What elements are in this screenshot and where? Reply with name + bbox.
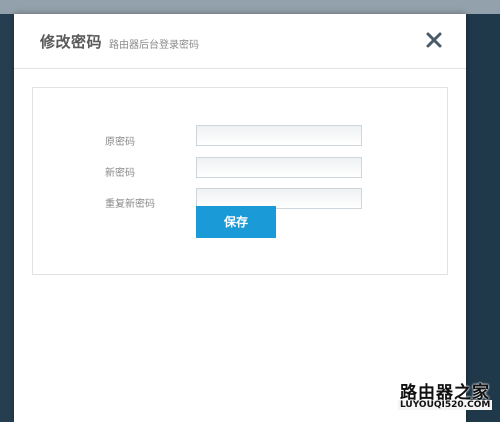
site-watermark: 路由器之家 LUYOUQI520.COM <box>396 378 496 418</box>
old-password-input[interactable] <box>196 125 362 146</box>
old-password-label: 原密码 <box>105 137 135 148</box>
close-icon <box>426 32 442 48</box>
watermark-url: LUYOUQI520.COM <box>398 400 493 410</box>
save-button[interactable]: 保存 <box>196 206 276 238</box>
change-password-dialog: 修改密码 路由器后台登录密码 原密码 新密码 重复新密码 保存 <box>14 14 466 422</box>
dialog-title: 修改密码 <box>40 33 103 51</box>
background-topbar <box>0 0 500 14</box>
background-right-panel <box>466 14 500 422</box>
password-form: 原密码 新密码 重复新密码 保存 <box>32 87 448 275</box>
confirm-password-label: 重复新密码 <box>105 199 155 210</box>
new-password-input[interactable] <box>196 157 362 178</box>
background-left-panel <box>0 14 14 422</box>
dialog-header: 修改密码 路由器后台登录密码 <box>14 14 466 69</box>
close-button[interactable] <box>422 28 446 52</box>
dialog-subtitle: 路由器后台登录密码 <box>109 40 199 51</box>
new-password-label: 新密码 <box>105 168 135 179</box>
